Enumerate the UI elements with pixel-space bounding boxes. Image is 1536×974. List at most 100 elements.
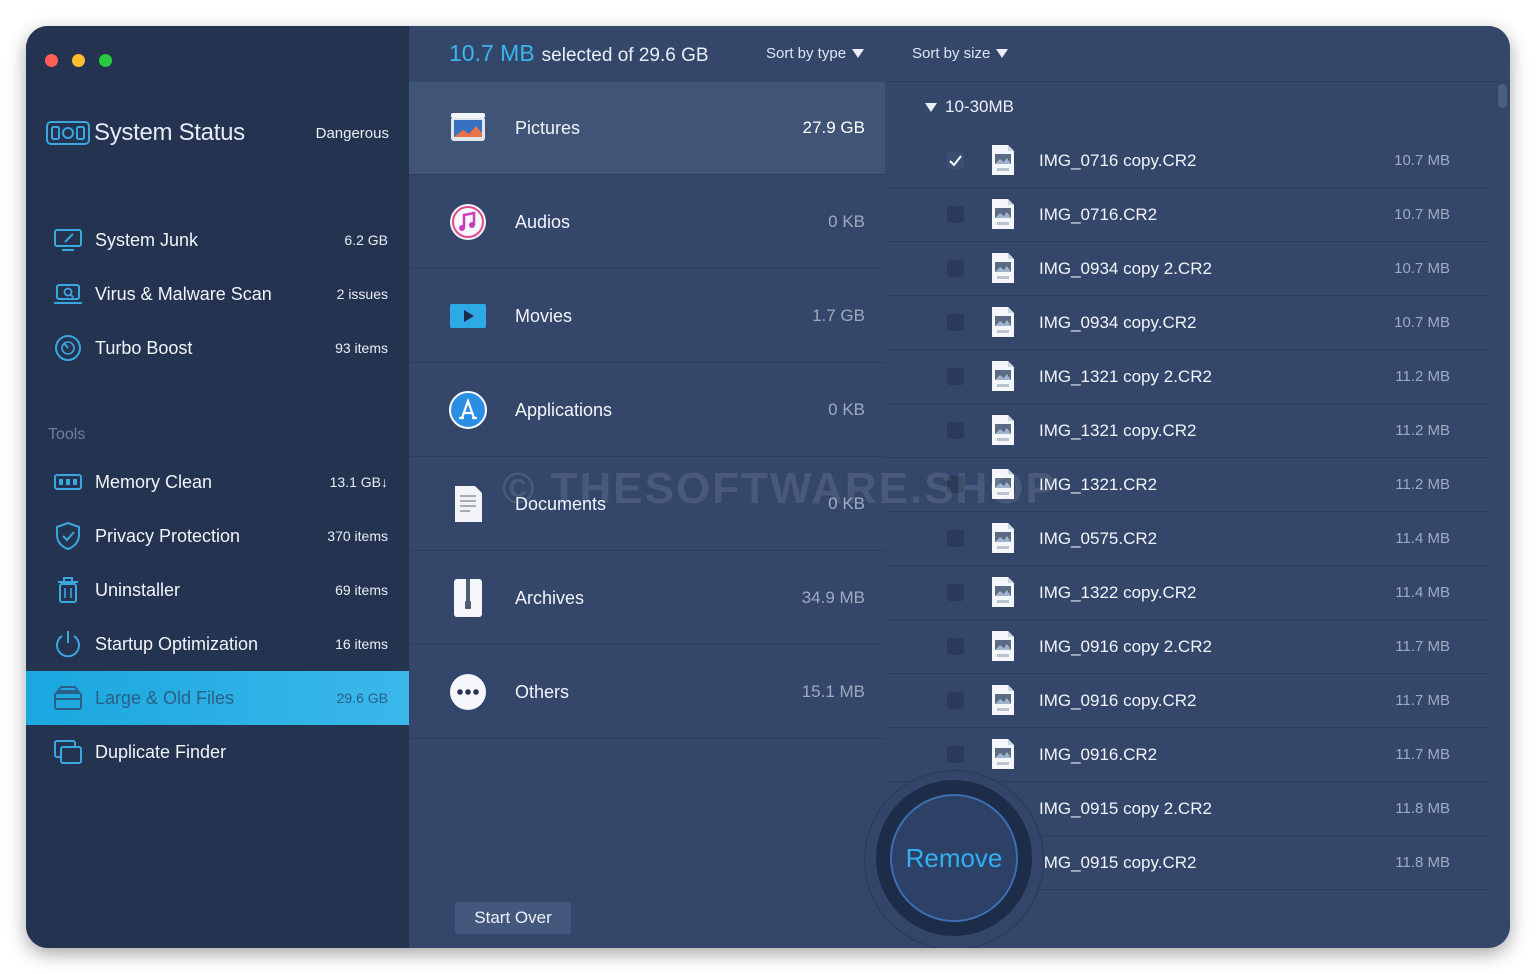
sidebar-item-label: Uninstaller	[95, 579, 181, 600]
file-row[interactable]: IMG_0716.CR2 10.7 MB	[885, 188, 1490, 242]
raw-image-file-icon	[990, 144, 1016, 176]
file-row[interactable]: IMG_0716 copy.CR2 10.7 MB	[885, 134, 1490, 188]
file-name: IMG_1321.CR2	[1039, 474, 1158, 494]
category-pictures[interactable]: Pictures 27.9 GB	[409, 82, 885, 175]
sidebar-item-privacy-protection[interactable]: Privacy Protection 370 items	[26, 509, 409, 563]
file-row[interactable]: IMG_1321 copy.CR2 11.2 MB	[885, 404, 1490, 458]
file-checkbox[interactable]	[947, 638, 964, 655]
sidebar-item-turbo-boost[interactable]: Turbo Boost 93 items	[26, 321, 409, 375]
file-checkbox[interactable]	[947, 692, 964, 709]
category-documents[interactable]: Documents 0 KB	[409, 458, 885, 551]
sidebar-item-large-old-files[interactable]: Large & Old Files 29.6 GB	[26, 671, 409, 725]
size-group-header[interactable]: 10-30MB	[925, 96, 1014, 118]
trash-icon	[52, 574, 84, 606]
file-name: IMG_0915 copy 2.CR2	[1039, 798, 1212, 818]
category-size: 0 KB	[828, 212, 865, 231]
file-size: 11.2 MB	[1395, 476, 1450, 493]
selection-summary: 10.7 MB selected of 29.6 GB	[449, 40, 709, 70]
file-checkbox[interactable]	[947, 368, 964, 385]
file-name: IMG_0716.CR2	[1039, 204, 1158, 224]
raw-image-file-icon	[990, 360, 1016, 392]
category-label: Pictures	[515, 117, 581, 138]
selected-total-text: selected of 29.6 GB	[541, 45, 709, 66]
file-row[interactable]: IMG_0934 copy.CR2 10.7 MB	[885, 296, 1490, 350]
file-row[interactable]: IMG_1322 copy.CR2 11.4 MB	[885, 566, 1490, 620]
memory-chip-icon	[52, 466, 84, 498]
file-name: IMG_0575.CR2	[1039, 528, 1158, 548]
sidebar-item-startup-optimization[interactable]: Startup Optimization 16 items	[26, 617, 409, 671]
file-size: 11.2 MB	[1395, 368, 1450, 385]
more-dots-icon	[447, 671, 489, 713]
category-audios[interactable]: Audios 0 KB	[409, 176, 885, 269]
pictures-icon	[447, 107, 489, 149]
system-status[interactable]: System Status Dangerous	[46, 116, 389, 150]
sidebar-item-uninstaller[interactable]: Uninstaller 69 items	[26, 563, 409, 617]
file-size: 10.7 MB	[1394, 314, 1450, 331]
sort-by-size-label: Sort by size	[912, 45, 991, 62]
file-row[interactable]: IMG_1321.CR2 11.2 MB	[885, 458, 1490, 512]
sort-by-size-dropdown[interactable]: Sort by size	[912, 45, 1009, 62]
file-name: IMG_0934 copy.CR2	[1039, 312, 1197, 332]
file-row[interactable]: IMG_0934 copy 2.CR2 10.7 MB	[885, 242, 1490, 296]
file-checkbox[interactable]	[947, 314, 964, 331]
file-checkbox[interactable]	[947, 584, 964, 601]
file-checkbox[interactable]	[947, 260, 964, 277]
app-store-icon	[447, 389, 489, 431]
selected-size: 10.7 MB	[449, 40, 535, 66]
raw-image-file-icon	[990, 468, 1016, 500]
file-checkbox[interactable]	[947, 476, 964, 493]
sidebar-item-virus-scan[interactable]: Virus & Malware Scan 2 issues	[26, 267, 409, 321]
shield-check-icon	[52, 520, 84, 552]
movie-play-icon	[447, 295, 489, 337]
file-checkbox[interactable]	[947, 530, 964, 547]
file-row[interactable]: IMG_0575.CR2 11.4 MB	[885, 512, 1490, 566]
file-checkbox[interactable]	[947, 746, 964, 763]
sidebar-item-label: Virus & Malware Scan	[95, 283, 272, 304]
sidebar-item-duplicate-finder[interactable]: Duplicate Finder	[26, 725, 409, 779]
file-name: IMG_1321 copy.CR2	[1039, 420, 1197, 440]
file-row[interactable]: IMG_0916 copy 2.CR2 11.7 MB	[885, 620, 1490, 674]
file-name: IMG_0915 copy.CR2	[1039, 852, 1197, 872]
raw-image-file-icon	[990, 630, 1016, 662]
remove-button[interactable]: Remove	[890, 794, 1018, 922]
sort-by-type-dropdown[interactable]: Sort by type	[766, 45, 865, 62]
monitor-broom-icon	[52, 224, 84, 256]
sidebar: System Status Dangerous System Junk 6.2 …	[26, 26, 409, 948]
sidebar-item-label: Large & Old Files	[95, 687, 235, 708]
category-movies[interactable]: Movies 1.7 GB	[409, 270, 885, 363]
window-controls	[45, 54, 112, 67]
close-window-button[interactable]	[45, 54, 58, 67]
file-name: IMG_0916 copy.CR2	[1039, 690, 1197, 710]
category-archives[interactable]: Archives 34.9 MB	[409, 552, 885, 645]
file-row[interactable]: IMG_0916 copy.CR2 11.7 MB	[885, 674, 1490, 728]
zoom-window-button[interactable]	[99, 54, 112, 67]
sidebar-item-memory-clean[interactable]: Memory Clean 13.1 GB↓	[26, 455, 409, 509]
sidebar-item-value: 16 items	[335, 636, 388, 652]
category-others[interactable]: Others 15.1 MB	[409, 646, 885, 739]
sidebar-item-label: Turbo Boost	[95, 337, 193, 358]
category-label: Others	[515, 681, 570, 702]
category-size: 1.7 GB	[812, 306, 865, 325]
file-checkbox[interactable]	[947, 152, 964, 169]
category-applications[interactable]: Applications 0 KB	[409, 364, 885, 457]
status-icon	[46, 120, 90, 146]
scrollbar-thumb[interactable]	[1498, 84, 1507, 108]
sidebar-item-value: 29.6 GB	[336, 690, 388, 706]
file-checkbox[interactable]	[947, 422, 964, 439]
sidebar-item-system-junk[interactable]: System Junk 6.2 GB	[26, 213, 409, 267]
sidebar-item-value: 6.2 GB	[344, 232, 388, 248]
file-size: 10.7 MB	[1394, 152, 1450, 169]
minimize-window-button[interactable]	[72, 54, 85, 67]
file-name: IMG_0916 copy 2.CR2	[1039, 636, 1212, 656]
sort-by-type-label: Sort by type	[766, 45, 847, 62]
category-label: Movies	[515, 305, 573, 326]
file-row[interactable]: IMG_1321 copy 2.CR2 11.2 MB	[885, 350, 1490, 404]
sidebar-item-label: Startup Optimization	[95, 633, 259, 654]
size-group-label: 10-30MB	[945, 97, 1014, 116]
file-name: IMG_0934 copy 2.CR2	[1039, 258, 1212, 278]
category-size: 0 KB	[828, 494, 865, 513]
file-checkbox[interactable]	[947, 206, 964, 223]
raw-image-file-icon	[990, 576, 1016, 608]
start-over-button[interactable]: Start Over	[455, 902, 571, 934]
file-size: 11.8 MB	[1395, 800, 1450, 817]
